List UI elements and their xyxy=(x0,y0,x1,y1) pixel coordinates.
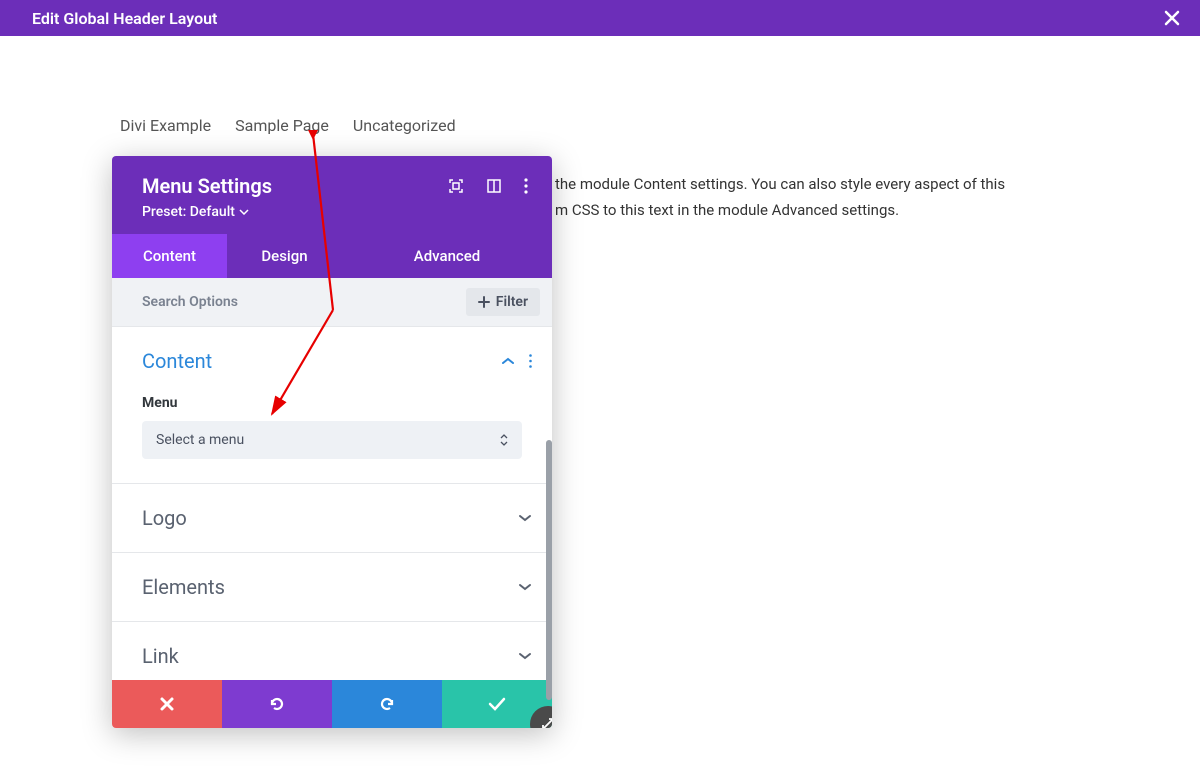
panel-header: Menu Settings Preset: Default xyxy=(112,156,552,234)
section-elements: Elements xyxy=(112,553,552,622)
chevron-down-icon xyxy=(518,652,532,660)
filter-button[interactable]: Filter xyxy=(466,288,540,316)
settings-panel: Menu Settings Preset: Default Content De… xyxy=(112,156,552,728)
section-link: Link xyxy=(112,622,552,680)
preset-selector[interactable]: Preset: Default xyxy=(142,204,272,220)
search-input[interactable]: Search Options xyxy=(142,294,238,310)
panel-title: Menu Settings xyxy=(142,174,272,198)
section-logo-header[interactable]: Logo xyxy=(112,484,552,552)
expand-icon[interactable] xyxy=(448,178,464,194)
chevron-down-icon xyxy=(518,514,532,522)
section-link-header[interactable]: Link xyxy=(112,622,552,680)
section-elements-header[interactable]: Elements xyxy=(112,553,552,621)
redo-button[interactable] xyxy=(332,680,442,728)
tab-content[interactable]: Content xyxy=(112,234,227,278)
top-bar: Edit Global Header Layout xyxy=(0,0,1200,36)
nav-item-divi[interactable]: Divi Example xyxy=(120,116,211,135)
scrollbar[interactable] xyxy=(546,440,552,700)
columns-icon[interactable] xyxy=(486,178,502,194)
search-row: Search Options Filter xyxy=(112,278,552,327)
section-logo: Logo xyxy=(112,484,552,553)
more-icon[interactable] xyxy=(524,178,528,194)
chevron-up-icon xyxy=(501,357,515,365)
section-more-icon[interactable] xyxy=(529,354,532,368)
background-text: the module Content settings. You can als… xyxy=(555,172,1005,223)
select-arrows-icon xyxy=(500,434,508,446)
nav-item-sample[interactable]: Sample Page xyxy=(235,116,329,135)
cancel-button[interactable] xyxy=(112,680,222,728)
menu-select[interactable]: Select a menu xyxy=(142,421,522,459)
tabs: Content Design Advanced xyxy=(112,234,552,278)
section-content-header[interactable]: Content xyxy=(112,327,552,395)
nav-menu: Divi Example Sample Page Uncategorized xyxy=(120,116,1200,135)
nav-item-uncategorized[interactable]: Uncategorized xyxy=(353,116,456,135)
section-content: Content Menu Select a menu xyxy=(112,327,552,484)
close-icon[interactable] xyxy=(1160,6,1184,30)
undo-button[interactable] xyxy=(222,680,332,728)
tab-advanced[interactable]: Advanced xyxy=(342,234,552,278)
chevron-down-icon xyxy=(518,583,532,591)
tab-design[interactable]: Design xyxy=(227,234,342,278)
top-bar-title: Edit Global Header Layout xyxy=(32,9,217,28)
bottom-actions xyxy=(112,680,552,728)
menu-field-label: Menu xyxy=(142,395,522,411)
